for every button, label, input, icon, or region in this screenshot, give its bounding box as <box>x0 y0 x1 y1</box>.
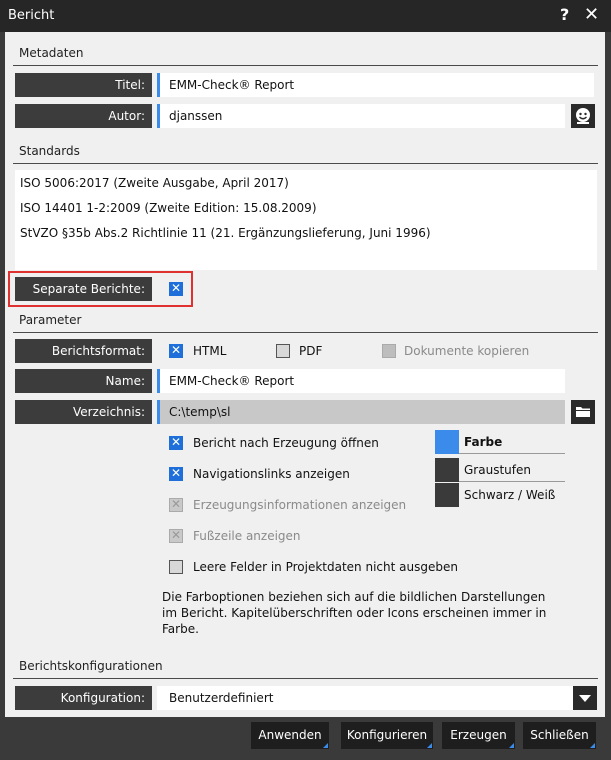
footer-label: Fußzeile anzeigen <box>193 529 301 543</box>
name-input[interactable]: EMM-Check® Report <box>157 369 565 393</box>
color-option-label: Schwarz / Weiß <box>464 488 556 502</box>
color-option-color[interactable]: Farbe <box>435 430 565 454</box>
directory-label: Verzeichnis: <box>15 400 152 424</box>
color-option-label: Farbe <box>464 435 503 449</box>
empty-fields-checkbox[interactable] <box>169 560 183 574</box>
configuration-label: Konfiguration: <box>15 686 152 710</box>
divider <box>459 481 565 482</box>
list-item[interactable]: ISO 14401 1-2:2009 (Zweite Edition: 15.0… <box>20 201 317 215</box>
gen-info-label: Erzeugungsinformationen anzeigen <box>193 498 407 512</box>
section-standards: Standards <box>19 144 80 158</box>
list-item[interactable]: StVZO §35b Abs.2 Richtlinie 11 (21. Ergä… <box>20 226 431 240</box>
divider <box>13 163 598 164</box>
html-checkbox[interactable] <box>169 343 183 358</box>
html-label: HTML <box>193 344 227 358</box>
footer-checkbox[interactable] <box>169 528 183 543</box>
close-button[interactable]: Schließen <box>523 722 596 749</box>
name-label: Name: <box>15 369 152 393</box>
copy-docs-label: Dokumente kopieren <box>404 344 530 358</box>
open-after-checkbox[interactable] <box>169 435 183 450</box>
gen-info-checkbox[interactable] <box>169 497 183 512</box>
title-bar: Bericht ? ✕ <box>0 0 611 32</box>
report-format-label: Berichtsformat: <box>15 339 152 363</box>
nav-links-label: Navigationslinks anzeigen <box>193 467 350 481</box>
divider <box>13 65 598 66</box>
color-option-grayscale[interactable]: Graustufen <box>435 458 565 482</box>
title-label: Titel: <box>15 73 152 97</box>
author-input[interactable]: djanssen <box>157 104 565 128</box>
generate-button[interactable]: Erzeugen <box>442 722 515 749</box>
dialog-body: Metadaten Titel: EMM-Check® Report Autor… <box>5 32 605 717</box>
color-swatch <box>435 458 459 482</box>
divider <box>459 453 565 454</box>
list-item[interactable]: ISO 5006:2017 (Zweite Ausgabe, April 201… <box>20 176 289 190</box>
configure-button[interactable]: Konfigurieren <box>341 722 433 749</box>
section-parameters: Parameter <box>19 313 82 327</box>
divider <box>13 678 598 679</box>
copy-docs-checkbox[interactable] <box>382 344 396 358</box>
color-option-bw[interactable]: Schwarz / Weiß <box>435 483 565 507</box>
section-configs: Berichtskonfigurationen <box>19 659 163 673</box>
separate-reports-checkbox[interactable] <box>169 281 183 296</box>
color-note: Die Farboptionen beziehen sich auf die b… <box>162 590 547 636</box>
configuration-select[interactable]: Benutzerdefiniert <box>157 686 573 710</box>
standards-list[interactable]: ISO 5006:2017 (Zweite Ausgabe, April 201… <box>15 170 597 270</box>
folder-icon[interactable] <box>571 400 595 424</box>
directory-input[interactable]: C:\temp\sl <box>157 400 565 424</box>
help-icon[interactable]: ? <box>560 5 569 24</box>
color-swatch <box>435 483 459 507</box>
author-label: Autor: <box>15 104 152 128</box>
color-option-label: Graustufen <box>464 463 531 477</box>
divider <box>13 332 598 333</box>
chevron-down-icon[interactable] <box>573 686 597 710</box>
button-bar: Anwenden Konfigurieren Erzeugen Schließe… <box>0 717 611 760</box>
open-after-label: Bericht nach Erzeugung öffnen <box>193 436 379 450</box>
window-title: Bericht <box>8 8 55 23</box>
nav-links-checkbox[interactable] <box>169 466 183 481</box>
empty-fields-label: Leere Felder in Projektdaten nicht ausge… <box>193 560 458 574</box>
title-input[interactable]: EMM-Check® Report <box>157 73 594 97</box>
separate-reports-label: Separate Berichte: <box>15 277 152 301</box>
user-icon[interactable] <box>571 104 595 128</box>
apply-button[interactable]: Anwenden <box>251 722 329 749</box>
pdf-checkbox[interactable] <box>276 344 290 358</box>
close-icon[interactable]: ✕ <box>584 4 599 25</box>
pdf-label: PDF <box>299 344 323 358</box>
color-swatch <box>435 430 459 454</box>
section-metadata: Metadaten <box>19 46 84 60</box>
